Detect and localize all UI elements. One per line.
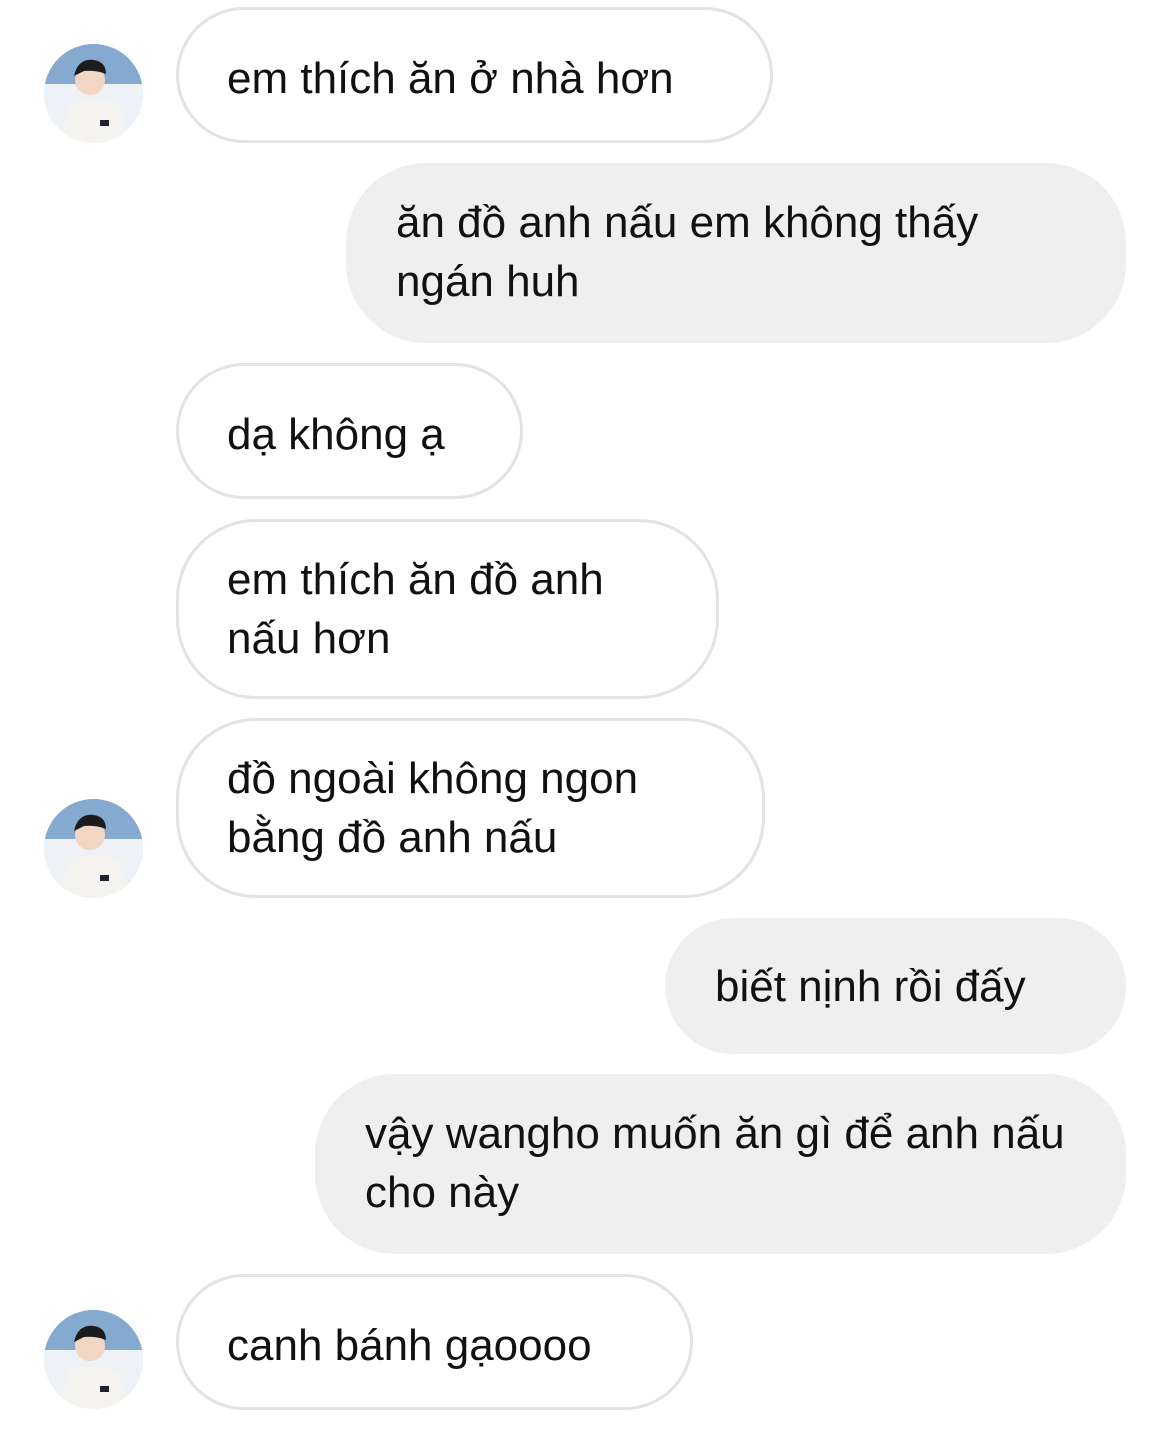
message-text: ăn đồ anh nấu em không thấy ngán huh [396,198,979,306]
message-bubble-received[interactable]: em thích ăn đồ anh nấu hơn [176,519,719,699]
message-text: em thích ăn ở nhà hơn [227,54,674,103]
message-bubble-received[interactable]: em thích ăn ở nhà hơn [176,7,773,143]
avatar-photo-icon [44,1310,143,1409]
message-bubble-sent[interactable]: vậy wangho muốn ăn gì để anh nấu cho này [315,1074,1126,1254]
sender-avatar[interactable] [44,44,143,143]
message-bubble-received[interactable]: dạ không ạ [176,363,523,499]
message-text: dạ không ạ [227,410,445,459]
message-text: biết nịnh rồi đấy [715,962,1026,1011]
message-text: vậy wangho muốn ăn gì để anh nấu cho này [365,1109,1065,1217]
message-text: canh bánh gạoooo [227,1321,592,1370]
sender-avatar[interactable] [44,1310,143,1409]
message-text: đồ ngoài không ngon bằng đồ anh nấu [227,754,639,862]
avatar-photo-icon [44,44,143,143]
message-bubble-sent[interactable]: ăn đồ anh nấu em không thấy ngán huh [346,163,1126,343]
message-text: em thích ăn đồ anh nấu hơn [227,555,604,663]
message-bubble-received[interactable]: canh bánh gạoooo [176,1274,693,1410]
message-bubble-received[interactable]: đồ ngoài không ngon bằng đồ anh nấu [176,718,765,898]
message-bubble-sent[interactable]: biết nịnh rồi đấy [665,918,1126,1054]
sender-avatar[interactable] [44,799,143,898]
avatar-photo-icon [44,799,143,898]
